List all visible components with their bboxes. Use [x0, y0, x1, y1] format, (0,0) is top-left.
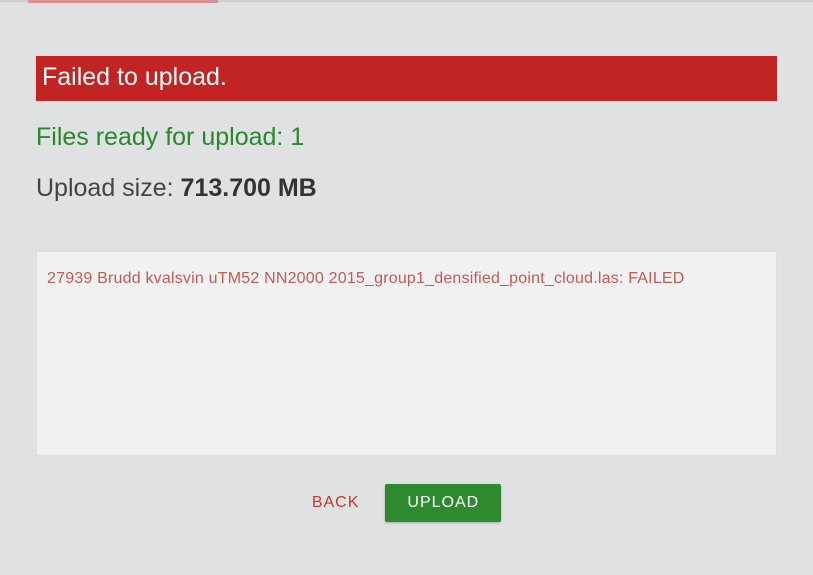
tab-accent: [28, 0, 218, 3]
error-banner: Failed to upload.: [36, 56, 777, 101]
files-ready-label: Files ready for upload:: [36, 123, 283, 151]
error-text: Failed to upload.: [42, 63, 227, 91]
action-bar: BACK UPLOAD: [36, 484, 777, 522]
files-ready-row: Files ready for upload: 1: [36, 123, 777, 152]
upload-size-label: Upload size:: [36, 174, 174, 202]
upload-size-row: Upload size: 713.700 MB: [36, 174, 777, 203]
log-entry: 27939 Brudd kvalsvin uTM52 NN2000 2015_g…: [47, 270, 766, 288]
upload-button[interactable]: UPLOAD: [385, 484, 501, 522]
files-ready-count: 1: [290, 123, 304, 151]
content-area: Failed to upload. Files ready for upload…: [0, 2, 813, 540]
upload-size-value: 713.700 MB: [181, 174, 317, 202]
upload-log: 27939 Brudd kvalsvin uTM52 NN2000 2015_g…: [36, 251, 777, 456]
upload-panel: Failed to upload. Files ready for upload…: [0, 0, 813, 575]
back-button[interactable]: BACK: [312, 494, 360, 512]
